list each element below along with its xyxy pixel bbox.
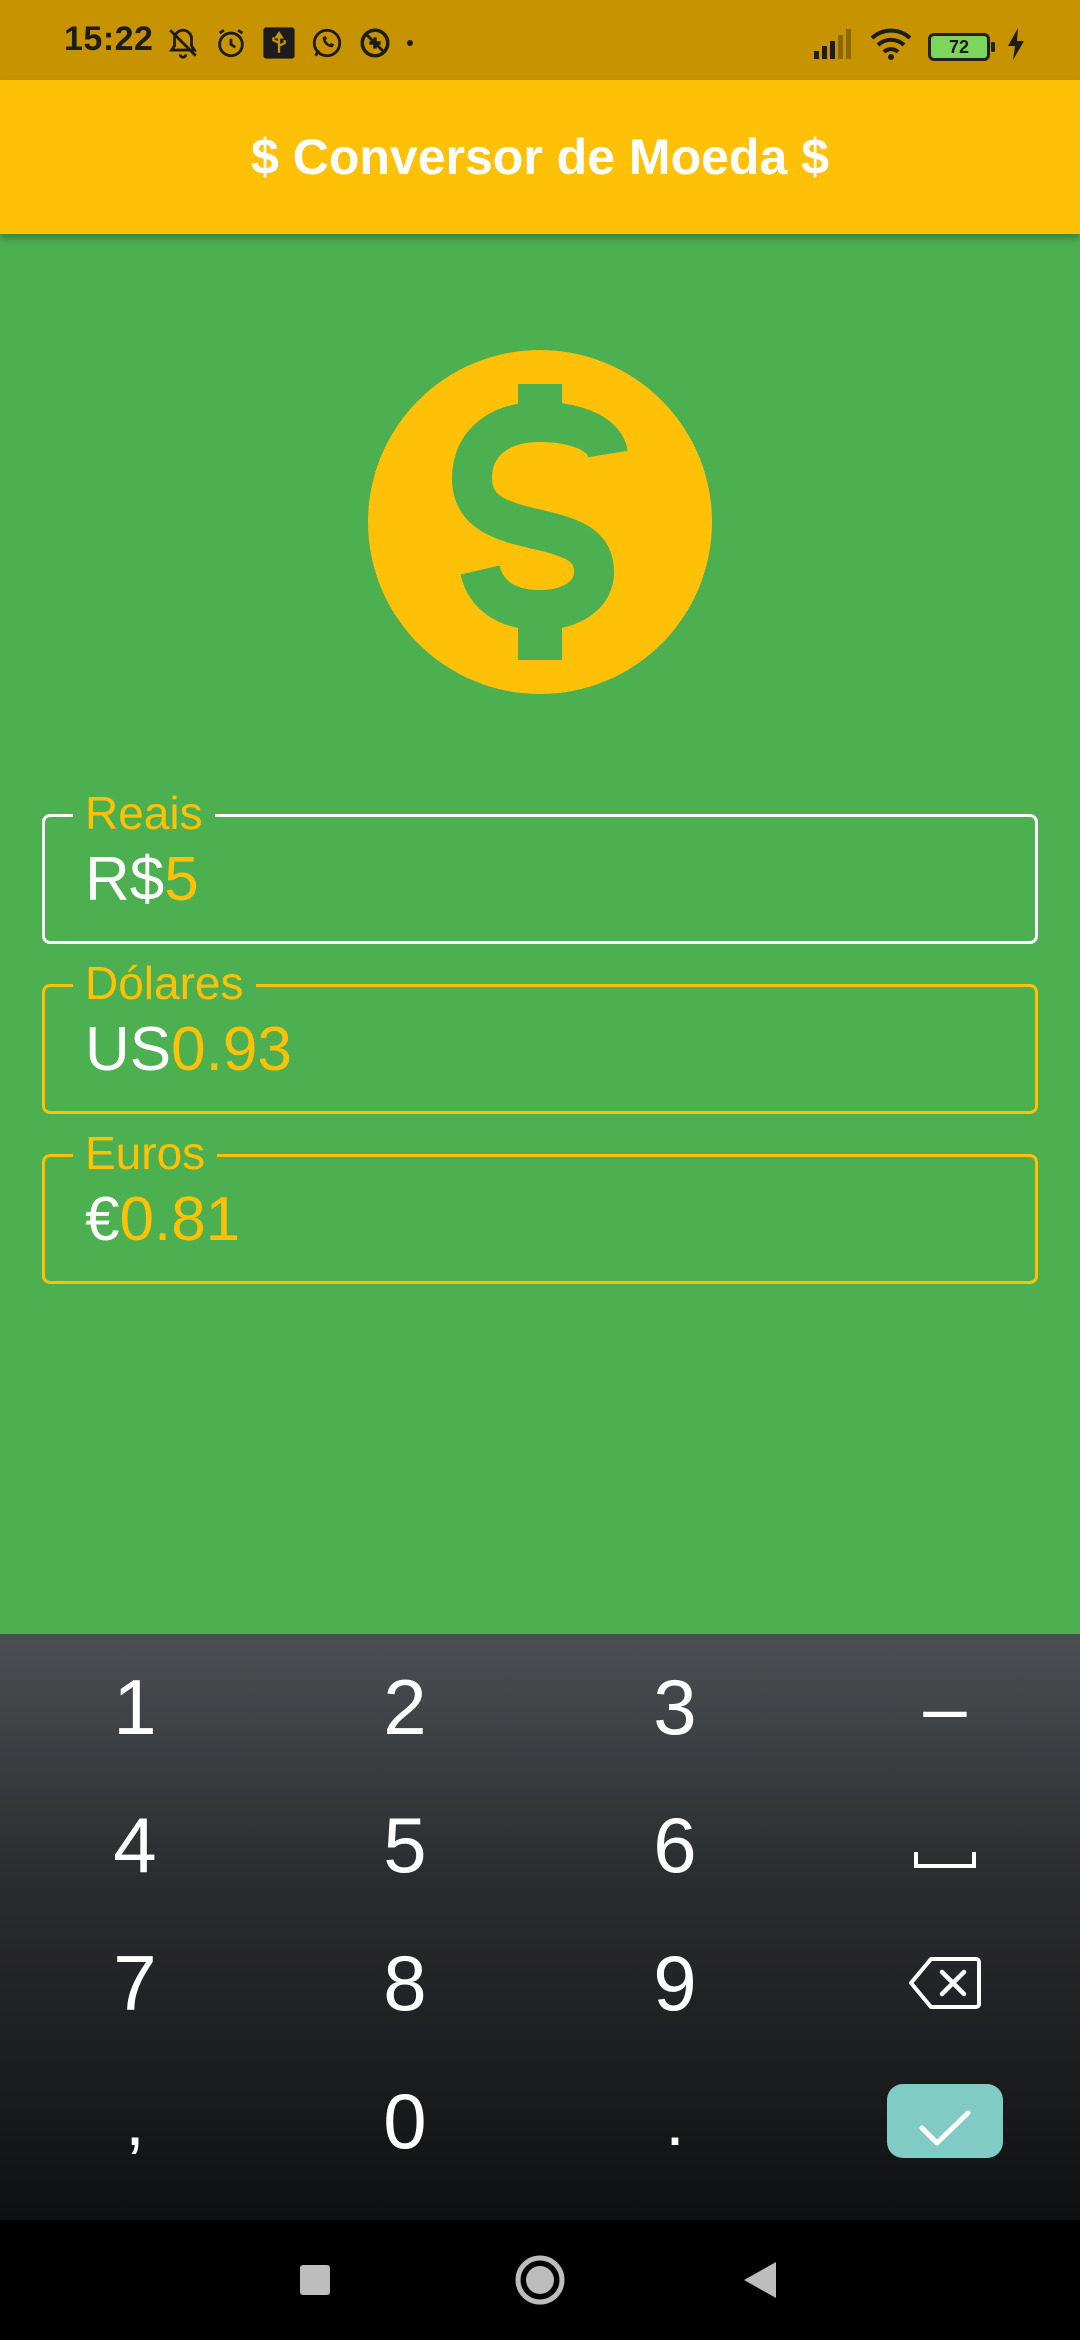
home-icon[interactable] <box>510 2250 570 2310</box>
key-0[interactable]: 0 <box>270 2052 540 2190</box>
key-backspace[interactable] <box>810 1914 1080 2052</box>
alarm-icon <box>214 26 248 65</box>
status-bar: 15:22 72 <box>0 0 1080 80</box>
dot-icon <box>406 26 414 65</box>
dollar-coin-icon <box>368 350 712 694</box>
euros-field[interactable]: Euros €0.81 <box>42 1123 1038 1284</box>
dolares-field[interactable]: Dólares US0.93 <box>42 953 1038 1114</box>
reais-field[interactable]: Reais R$5 <box>42 783 1038 944</box>
reais-value: 5 <box>164 845 199 914</box>
data-saver-icon <box>358 26 392 65</box>
key-8[interactable]: 8 <box>270 1914 540 2052</box>
euros-prefix: € <box>85 1185 120 1254</box>
dolares-value: 0.93 <box>171 1015 292 1084</box>
key-1[interactable]: 1 <box>0 1638 270 1776</box>
euros-label: Euros <box>73 1123 218 1183</box>
key-period[interactable]: . <box>540 2052 810 2190</box>
reais-input[interactable]: R$5 <box>85 845 199 915</box>
battery-icon: 72 <box>928 32 995 61</box>
reais-prefix: R$ <box>85 845 165 914</box>
dolares-input[interactable]: US0.93 <box>85 1015 292 1085</box>
signal-icon <box>814 29 854 64</box>
key-2[interactable]: 2 <box>270 1638 540 1776</box>
reais-label: Reais <box>73 783 215 843</box>
wifi-icon <box>870 28 912 65</box>
space-icon <box>913 1800 977 1891</box>
usb-icon <box>262 26 296 65</box>
app-title: $ Conversor de Moeda $ <box>251 129 829 185</box>
check-icon <box>918 2076 972 2167</box>
navigation-bar <box>0 2220 1080 2340</box>
dolares-label: Dólares <box>73 953 256 1013</box>
numeric-keyboard: 1 2 3 – 4 5 6 7 8 9 , 0 . <box>0 1634 1080 2220</box>
charging-icon <box>1006 28 1026 65</box>
mute-bell-icon <box>166 26 200 65</box>
key-done[interactable] <box>810 2052 1080 2190</box>
whatsapp-icon <box>310 26 344 65</box>
notification-icons <box>166 26 414 65</box>
euros-input[interactable]: €0.81 <box>85 1185 240 1255</box>
app-bar: $ Conversor de Moeda $ <box>0 80 1080 234</box>
recents-icon[interactable] <box>285 2250 345 2310</box>
key-4[interactable]: 4 <box>0 1776 270 1914</box>
status-time: 15:22 <box>64 20 154 58</box>
key-minus[interactable]: – <box>810 1638 1080 1776</box>
done-button[interactable] <box>887 2084 1003 2158</box>
key-9[interactable]: 9 <box>540 1914 810 2052</box>
key-3[interactable]: 3 <box>540 1638 810 1776</box>
key-6[interactable]: 6 <box>540 1776 810 1914</box>
back-icon[interactable] <box>730 2250 790 2310</box>
key-7[interactable]: 7 <box>0 1914 270 2052</box>
key-comma[interactable]: , <box>0 2052 270 2190</box>
backspace-icon <box>909 1938 981 2029</box>
key-space[interactable] <box>810 1776 1080 1914</box>
key-5[interactable]: 5 <box>270 1776 540 1914</box>
system-icons: 72 <box>814 28 1026 65</box>
euros-value: 0.81 <box>119 1185 241 1254</box>
battery-level: 72 <box>948 36 970 57</box>
dolares-prefix: US <box>85 1015 172 1084</box>
